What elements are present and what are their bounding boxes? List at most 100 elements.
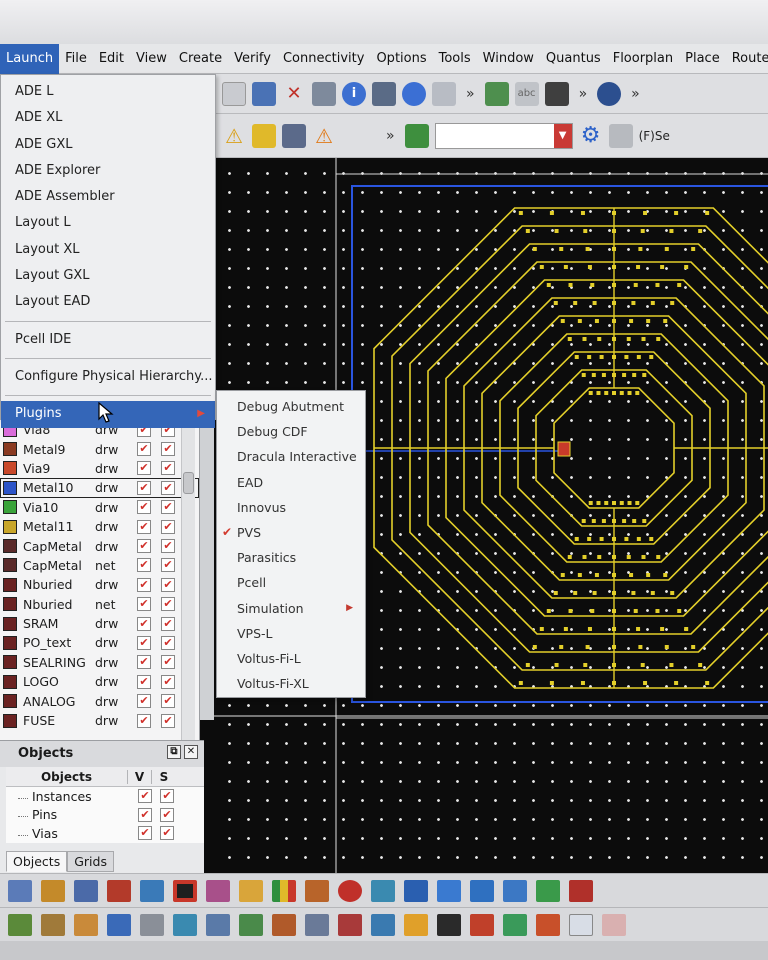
layer-stack-icon[interactable]: [41, 913, 65, 936]
layer-visible-checkbox[interactable]: ✔: [137, 539, 151, 554]
plugin-item-voltus-fi-xl[interactable]: Voltus-Fi-XL: [217, 671, 365, 696]
layer-row[interactable]: Metal10 drw ✔ ✔: [0, 478, 199, 498]
funnel-icon[interactable]: [272, 913, 296, 936]
rect-icon[interactable]: [239, 913, 263, 936]
menu-connectivity[interactable]: Connectivity: [277, 44, 370, 74]
grid-icon[interactable]: [608, 123, 633, 148]
layer-visible-checkbox[interactable]: ✔: [137, 597, 151, 612]
align-icon[interactable]: [372, 81, 396, 106]
layer-row[interactable]: Metal11 drw ✔ ✔: [0, 517, 199, 536]
menu-create[interactable]: Create: [173, 44, 228, 74]
layer-row[interactable]: CapMetal net ✔ ✔: [0, 556, 199, 575]
layer-visible-checkbox[interactable]: ✔: [137, 480, 151, 495]
layer-visible-checkbox[interactable]: ✔: [137, 616, 151, 631]
menu-item-layout-l[interactable]: Layout L: [1, 210, 215, 236]
toolbar-overflow-icon[interactable]: »: [462, 86, 479, 102]
plugin-item-ead[interactable]: EAD: [217, 470, 365, 495]
menu-item-layout-ead[interactable]: Layout EAD: [1, 289, 215, 315]
add-pin-icon[interactable]: [484, 81, 509, 106]
resize-icon[interactable]: [437, 879, 461, 902]
layer-select-combo[interactable]: ▼: [434, 122, 573, 149]
info-icon[interactable]: i: [342, 81, 366, 106]
menu-item-ade-assembler[interactable]: ADE Assembler: [1, 184, 215, 210]
layer-row[interactable]: SEALRING drw ✔ ✔: [0, 653, 199, 672]
stretch-icon[interactable]: [404, 879, 428, 902]
bar-chart-icon[interactable]: [272, 879, 296, 902]
combo-arrow-icon[interactable]: ▼: [553, 123, 572, 148]
plugin-item-vps-l[interactable]: VPS-L: [217, 621, 365, 646]
split-icon[interactable]: [305, 913, 329, 936]
tab-objects[interactable]: Objects: [6, 851, 68, 872]
layer-selectable-checkbox[interactable]: ✔: [161, 655, 175, 670]
menu-item-ade-gxl[interactable]: ADE GXL: [1, 132, 215, 158]
link-icon[interactable]: [140, 913, 164, 936]
layer-row[interactable]: Metal9 drw ✔ ✔: [0, 439, 199, 458]
menu-item-ade-explorer[interactable]: ADE Explorer: [1, 158, 215, 184]
selectable-checkbox[interactable]: ✔: [160, 789, 174, 804]
layer-visible-checkbox[interactable]: ✔: [137, 713, 151, 728]
copy-icon[interactable]: [503, 879, 527, 902]
layer-row[interactable]: Via9 drw ✔ ✔: [0, 459, 199, 478]
menu-file[interactable]: File: [59, 44, 93, 74]
layer-selectable-checkbox[interactable]: ✔: [161, 635, 175, 650]
hierarchy-icon[interactable]: [8, 879, 32, 902]
layer-visible-checkbox[interactable]: ✔: [137, 442, 151, 457]
layer-selectable-checkbox[interactable]: ✔: [161, 539, 175, 554]
layer-selectable-checkbox[interactable]: ✔: [161, 616, 175, 631]
layer-selectable-checkbox[interactable]: ✔: [161, 500, 175, 515]
layer-visible-checkbox[interactable]: ✔: [137, 577, 151, 592]
layer-visible-checkbox[interactable]: ✔: [137, 694, 151, 709]
rotate-icon[interactable]: [312, 81, 336, 106]
layer-visible-checkbox[interactable]: ✔: [137, 635, 151, 650]
settings-gear-icon[interactable]: ⚙: [579, 123, 603, 148]
swap-icon[interactable]: [569, 879, 593, 902]
toolbar-overflow-icon[interactable]: »: [382, 128, 399, 144]
tree-icon[interactable]: [41, 879, 65, 902]
pin-icon[interactable]: [140, 879, 164, 902]
visible-checkbox[interactable]: ✔: [138, 789, 152, 804]
layer-visible-checkbox[interactable]: ✔: [137, 500, 151, 515]
menu-item-layout-xl[interactable]: Layout XL: [1, 237, 215, 263]
terminal-icon[interactable]: [437, 913, 461, 936]
menu-item-ade-xl[interactable]: ADE XL: [1, 105, 215, 131]
ladder-icon[interactable]: [305, 879, 329, 902]
menu-window[interactable]: Window: [477, 44, 540, 74]
globe-icon[interactable]: [338, 879, 362, 902]
palette-scrollbar[interactable]: [181, 420, 195, 740]
wand-icon[interactable]: [470, 913, 494, 936]
menu-view[interactable]: View: [130, 44, 173, 74]
menu-options[interactable]: Options: [370, 44, 432, 74]
undo-icon[interactable]: [402, 81, 426, 106]
layer-row[interactable]: CapMetal drw ✔ ✔: [0, 536, 199, 555]
layer-selectable-checkbox[interactable]: ✔: [161, 577, 175, 592]
fit-view-icon[interactable]: [252, 81, 276, 106]
float-icon[interactable]: ⧉: [167, 745, 181, 759]
via-stack-icon[interactable]: [8, 913, 32, 936]
plugin-item-dracula-interactive[interactable]: Dracula Interactive: [217, 444, 365, 469]
label-icon[interactable]: abc: [514, 81, 539, 106]
layer-visible-checkbox[interactable]: ✔: [137, 519, 151, 534]
layer-visible-checkbox[interactable]: ✔: [137, 674, 151, 689]
menu-floorplan[interactable]: Floorplan: [607, 44, 679, 74]
menu-item-layout-gxl[interactable]: Layout GXL: [1, 263, 215, 289]
layer-row[interactable]: ANALOG drw ✔ ✔: [0, 691, 199, 710]
plugin-item-voltus-fi-l[interactable]: Voltus-Fi-L: [217, 646, 365, 671]
path-icon[interactable]: [338, 913, 362, 936]
toolbar-left-icon[interactable]: [222, 81, 246, 106]
warning-icon[interactable]: ⚠: [222, 124, 246, 148]
chip-icon[interactable]: [107, 879, 131, 902]
folder-icon[interactable]: [239, 879, 263, 902]
plugin-item-simulation[interactable]: Simulation ▶: [217, 596, 365, 621]
layer-selectable-checkbox[interactable]: ✔: [161, 597, 175, 612]
reshape-icon[interactable]: [173, 913, 197, 936]
menu-item-configure-physical-hierarchy[interactable]: Configure Physical Hierarchy...: [1, 364, 215, 390]
layer-selectable-checkbox[interactable]: ✔: [161, 519, 175, 534]
cross-icon[interactable]: [173, 879, 197, 902]
error-marker-icon[interactable]: ⚠: [312, 124, 336, 148]
layer-selectable-checkbox[interactable]: ✔: [161, 442, 175, 457]
merge-icon[interactable]: [371, 913, 395, 936]
toggle-icon[interactable]: [371, 879, 395, 902]
layer-selectable-checkbox[interactable]: ✔: [161, 461, 175, 476]
plugin-item-debug-abutment[interactable]: Debug Abutment: [217, 394, 365, 419]
edit-icon[interactable]: [536, 879, 560, 902]
